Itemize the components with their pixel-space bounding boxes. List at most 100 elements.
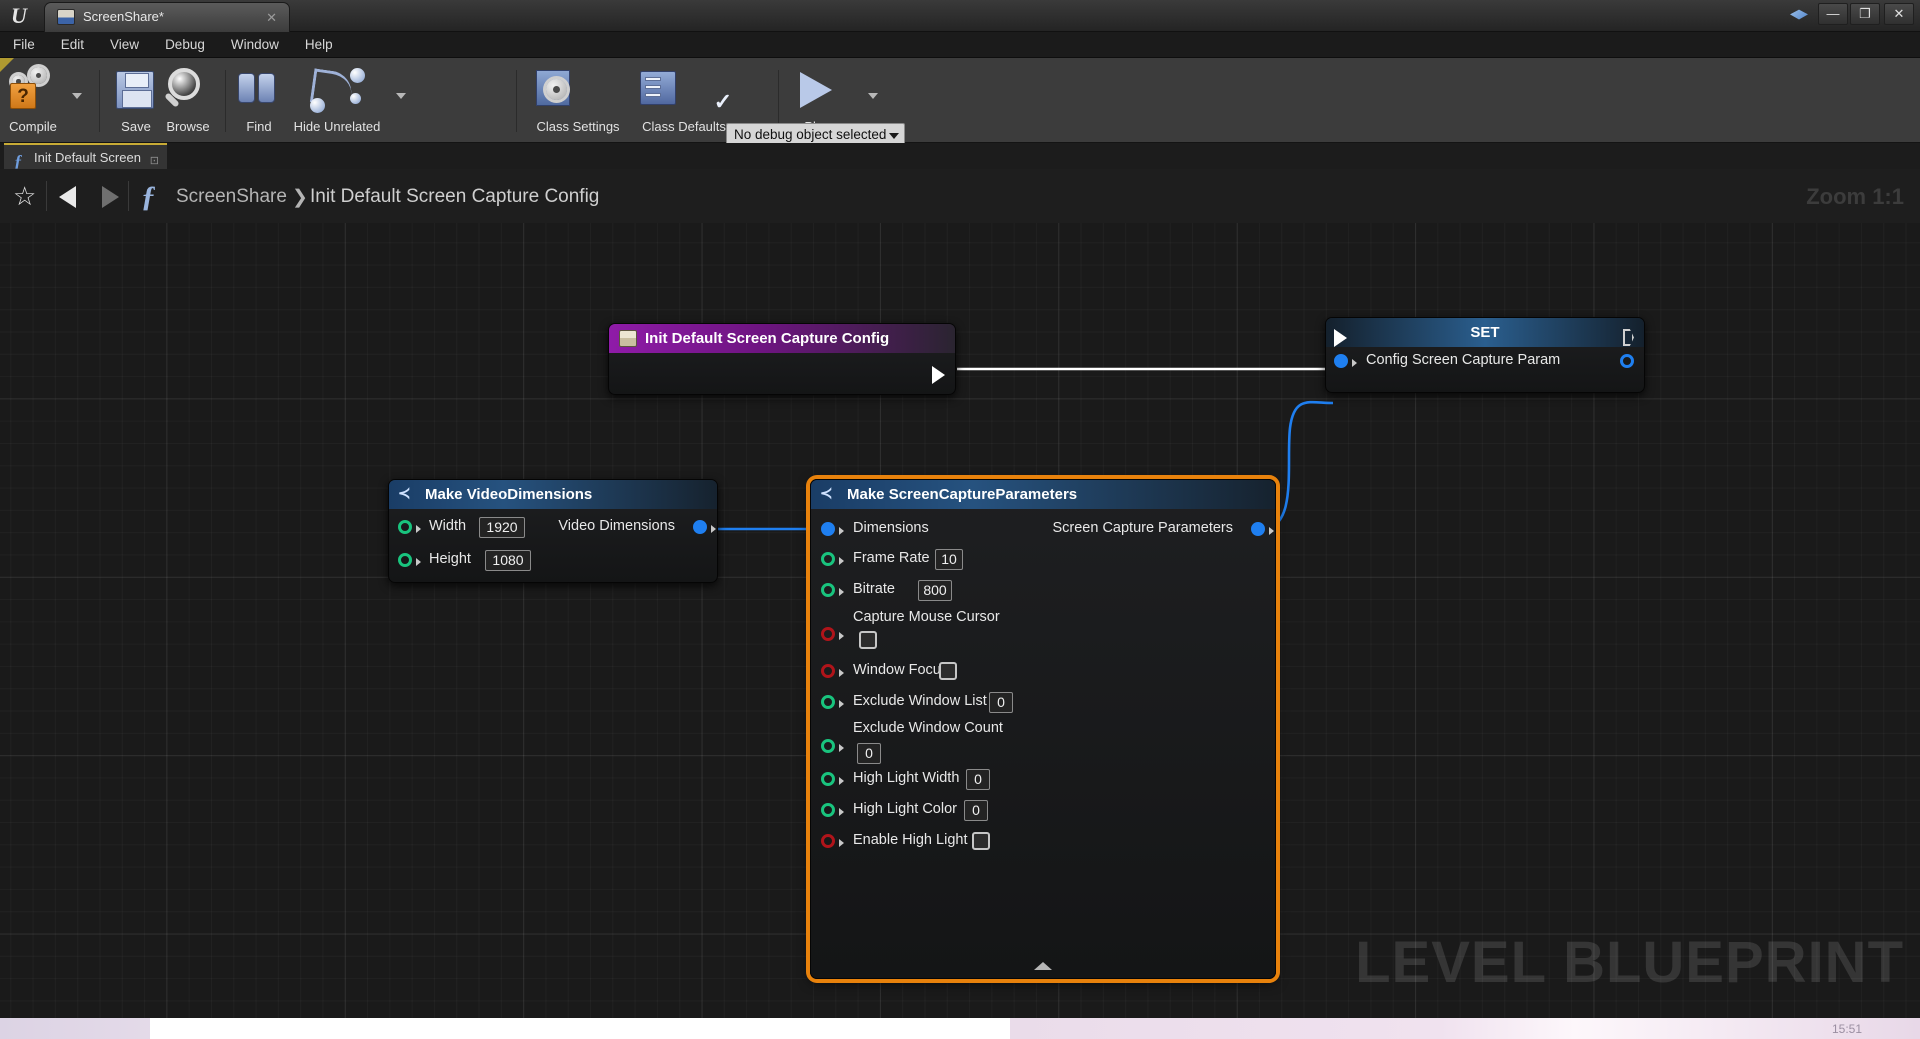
hide-unrelated-button[interactable]: Hide Unrelated	[288, 63, 386, 139]
pin-label-dimensions: Dimensions	[853, 520, 929, 536]
bitrate-value-field[interactable]: 800	[918, 580, 952, 601]
config-screen-capture-param-input-pin[interactable]	[1334, 354, 1348, 368]
node-make-videodimensions[interactable]: ≺ Make VideoDimensions Width 1920 Video …	[388, 479, 718, 583]
minimize-button[interactable]: —	[1818, 3, 1848, 25]
exec-input-pin[interactable]	[1334, 329, 1347, 347]
close-window-button[interactable]: ✕	[1884, 3, 1914, 25]
exclude-window-list-value-field[interactable]: 0	[989, 692, 1013, 713]
node-title: SET	[1470, 324, 1500, 341]
frame-rate-value-field[interactable]: 10	[935, 549, 963, 570]
screen-capture-parameters-output-pin[interactable]	[1251, 522, 1265, 536]
breadcrumb-divider-2	[128, 181, 129, 211]
toolbar-separator-1	[99, 70, 100, 132]
close-icon[interactable]: ✕	[266, 10, 277, 26]
capture-mouse-cursor-input-pin[interactable]	[821, 627, 835, 641]
exec-output-pin[interactable]	[932, 366, 945, 384]
compile-button[interactable]: ? Compile	[4, 63, 62, 139]
node-init-default-screen-capture-config[interactable]: Init Default Screen Capture Config	[608, 323, 956, 395]
window-app-icon	[1790, 9, 1808, 20]
background-window-strip: 15:51	[0, 1018, 1920, 1039]
class-settings-label: Class Settings	[536, 119, 620, 134]
pin-row-exclude-window-list: Exclude Window List 0	[811, 690, 1275, 720]
document-tab-screenshare[interactable]: ScreenShare* ✕	[44, 2, 290, 32]
maximize-button[interactable]: ❐	[1850, 3, 1880, 25]
bitrate-input-pin[interactable]	[821, 583, 835, 597]
unreal-engine-logo-icon: U	[11, 3, 27, 28]
high-light-color-value-field[interactable]: 0	[964, 800, 988, 821]
enable-high-light-checkbox[interactable]	[972, 832, 990, 850]
floppy-disk-icon	[108, 63, 164, 115]
compile-gears-icon: ?	[4, 63, 62, 115]
save-button[interactable]: Save	[108, 63, 164, 139]
node-body	[609, 353, 955, 394]
back-arrow-icon[interactable]	[59, 186, 76, 208]
pin-label-window-focus: Window Focus	[853, 662, 949, 678]
high-light-color-input-pin[interactable]	[821, 803, 835, 817]
browse-button[interactable]: Browse	[160, 63, 216, 139]
video-dimensions-output-label: Video Dimensions	[558, 518, 675, 534]
high-light-width-input-pin[interactable]	[821, 772, 835, 786]
find-button[interactable]: Find	[232, 63, 286, 139]
frame-rate-input-pin[interactable]	[821, 552, 835, 566]
breadcrumb-divider-1	[46, 181, 47, 211]
class-defaults-button[interactable]: ✓ Class Defaults	[632, 63, 736, 139]
menu-bar: File Edit View Debug Window Help	[0, 32, 1920, 58]
background-window-panel	[150, 1018, 1010, 1039]
node-body: Width 1920 Video Dimensions Height 1080	[389, 509, 717, 582]
window-focus-checkbox[interactable]	[939, 662, 957, 680]
pin-label-capture-mouse-cursor: Capture Mouse Cursor	[853, 609, 1000, 625]
width-input-pin[interactable]	[398, 520, 412, 534]
video-dimensions-output-pin[interactable]	[693, 520, 707, 534]
hide-unrelated-dropdown-arrow-icon[interactable]	[396, 93, 406, 99]
pin-row-enable-high-light: Enable High Light	[811, 829, 1275, 859]
menu-item-file[interactable]: File	[0, 32, 48, 58]
menu-item-debug[interactable]: Debug	[152, 32, 218, 58]
pin-label-height: Height	[429, 551, 471, 567]
config-screen-capture-param-output-pin[interactable]	[1620, 354, 1634, 368]
window-focus-input-pin[interactable]	[821, 664, 835, 678]
find-label: Find	[246, 119, 272, 134]
width-value-field[interactable]: 1920	[479, 517, 525, 538]
make-struct-icon: ≺	[398, 485, 411, 502]
forward-arrow-icon[interactable]	[102, 186, 119, 208]
pin-label: Config Screen Capture Param	[1366, 352, 1561, 368]
menu-item-edit[interactable]: Edit	[48, 32, 97, 58]
tab-init-default-screen[interactable]: ƒ Init Default Screen ⊡	[4, 143, 167, 170]
favorite-star-icon[interactable]: ☆	[13, 183, 39, 210]
node-curve-icon	[288, 63, 386, 115]
pin-direction-icon	[839, 808, 844, 816]
function-fx-icon: ƒ	[141, 180, 156, 213]
node-set-config-screen-capture-param[interactable]: SET Config Screen Capture Param	[1325, 317, 1645, 393]
pin-row-bitrate: Bitrate 800	[811, 578, 1275, 606]
height-value-field[interactable]: 1080	[485, 550, 531, 571]
pin-direction-icon	[839, 744, 844, 752]
menu-item-window[interactable]: Window	[218, 32, 292, 58]
blueprint-graph-canvas[interactable]: LEVEL BLUEPRINT Init Default Screen Capt…	[0, 223, 1920, 1018]
play-dropdown-arrow-icon[interactable]	[868, 93, 878, 99]
exclude-window-count-value-field[interactable]: 0	[857, 743, 881, 764]
class-settings-button[interactable]: Class Settings	[526, 63, 630, 139]
compile-dropdown-arrow-icon[interactable]	[72, 93, 82, 99]
high-light-width-value-field[interactable]: 0	[966, 769, 990, 790]
graph-tab-label: Init Default Screen	[34, 150, 141, 165]
node-header: ≺ Make ScreenCaptureParameters	[811, 480, 1275, 509]
enable-high-light-input-pin[interactable]	[821, 834, 835, 848]
dimensions-input-pin[interactable]	[821, 522, 835, 536]
node-make-screencaptureparameters[interactable]: ≺ Make ScreenCaptureParameters Dimension…	[810, 479, 1276, 979]
menu-item-view[interactable]: View	[97, 32, 152, 58]
collapse-up-arrow-icon[interactable]	[1034, 962, 1052, 970]
node-body: Config Screen Capture Param	[1326, 329, 1644, 392]
exclude-window-count-input-pin[interactable]	[821, 739, 835, 753]
toolbar-separator-3	[516, 70, 517, 132]
menu-item-help[interactable]: Help	[292, 32, 346, 58]
pin-row-height: Height 1080	[389, 548, 717, 576]
capture-mouse-cursor-checkbox[interactable]	[859, 631, 877, 649]
pin-direction-icon	[1269, 527, 1274, 535]
pin-direction-icon	[416, 525, 421, 533]
background-window-clock: 15:51	[1831, 1022, 1862, 1036]
breadcrumb-leaf[interactable]: Init Default Screen Capture Config	[310, 186, 599, 208]
compile-label: Compile	[9, 119, 57, 134]
height-input-pin[interactable]	[398, 553, 412, 567]
breadcrumb-root[interactable]: ScreenShare	[176, 186, 287, 208]
exclude-window-list-input-pin[interactable]	[821, 695, 835, 709]
